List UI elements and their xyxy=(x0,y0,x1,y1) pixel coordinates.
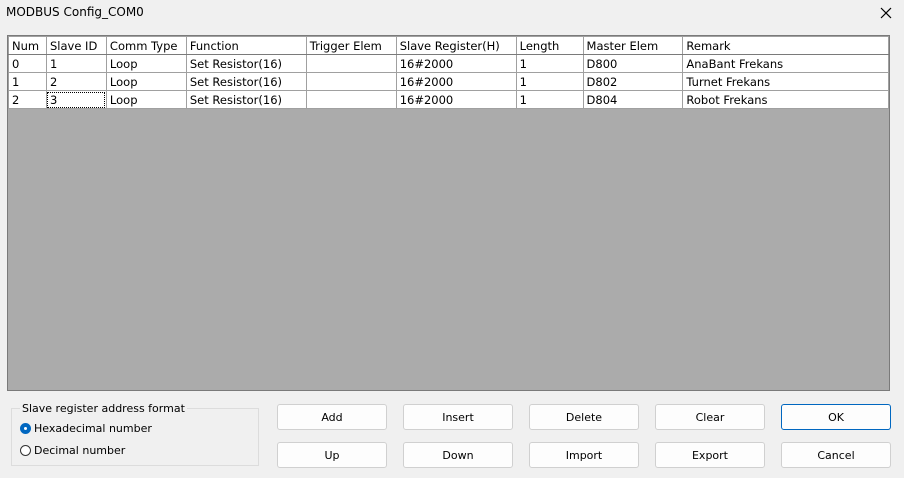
table-cell[interactable]: 16#2000 xyxy=(395,90,517,109)
delete-button[interactable]: Delete xyxy=(529,404,639,430)
column-header[interactable]: Slave Register(H) xyxy=(395,36,517,55)
table-cell[interactable]: 2 xyxy=(8,90,47,109)
column-header[interactable]: Length xyxy=(515,36,584,55)
radio-unchecked-icon xyxy=(20,445,31,456)
table-cell[interactable]: 0 xyxy=(8,54,47,73)
import-button[interactable]: Import xyxy=(529,442,639,468)
column-header[interactable]: Remark xyxy=(682,36,889,55)
table-cell[interactable]: D804 xyxy=(582,90,684,109)
ok-button[interactable]: OK xyxy=(781,404,891,430)
export-button[interactable]: Export xyxy=(655,442,765,468)
decimal-label: Decimal number xyxy=(34,444,126,457)
title-bar: MODBUS Config_COM0 xyxy=(0,0,904,26)
modbus-table-grid: Num Slave ID Comm Type Function Trigger … xyxy=(8,36,889,109)
table-cell[interactable]: 1 xyxy=(45,54,107,73)
table-row[interactable]: 1 2 Loop Set Resistor(16) 16#2000 1 D802… xyxy=(8,72,889,91)
table-cell[interactable]: Set Resistor(16) xyxy=(185,90,307,109)
table-cell[interactable]: Turnet Frekans xyxy=(682,72,889,91)
address-format-title: Slave register address format xyxy=(20,402,187,415)
insert-button[interactable]: Insert xyxy=(403,404,513,430)
window-title: MODBUS Config_COM0 xyxy=(6,5,144,19)
table-cell[interactable]: 1 xyxy=(515,90,584,109)
table-row[interactable]: 2 3 Loop Set Resistor(16) 16#2000 1 D804… xyxy=(8,90,889,109)
decimal-radio[interactable]: Decimal number xyxy=(20,444,125,457)
modbus-table[interactable]: Num Slave ID Comm Type Function Trigger … xyxy=(7,35,890,391)
table-cell[interactable]: Loop xyxy=(105,90,187,109)
close-button[interactable] xyxy=(868,0,904,26)
table-row[interactable]: 0 1 Loop Set Resistor(16) 16#2000 1 D800… xyxy=(8,54,889,73)
table-cell[interactable]: D802 xyxy=(582,72,684,91)
table-cell[interactable]: 2 xyxy=(45,72,107,91)
table-cell[interactable] xyxy=(305,54,397,73)
table-cell[interactable]: 16#2000 xyxy=(395,72,517,91)
column-header[interactable]: Comm Type xyxy=(105,36,187,55)
cancel-button[interactable]: Cancel xyxy=(781,442,891,468)
table-cell[interactable]: 1 xyxy=(515,54,584,73)
column-header[interactable]: Num xyxy=(8,36,47,55)
up-button[interactable]: Up xyxy=(277,442,387,468)
table-cell[interactable]: D800 xyxy=(582,54,684,73)
table-cell[interactable] xyxy=(305,72,397,91)
column-header[interactable]: Trigger Elem xyxy=(305,36,397,55)
add-button[interactable]: Add xyxy=(277,404,387,430)
table-cell[interactable]: 1 xyxy=(8,72,47,91)
table-cell[interactable]: 1 xyxy=(515,72,584,91)
down-button[interactable]: Down xyxy=(403,442,513,468)
radio-checked-icon xyxy=(20,423,31,434)
table-cell[interactable]: Set Resistor(16) xyxy=(185,54,307,73)
hexadecimal-radio[interactable]: Hexadecimal number xyxy=(20,422,152,435)
address-format-group: Slave register address format Hexadecima… xyxy=(11,402,259,466)
table-cell[interactable] xyxy=(305,90,397,109)
table-cell[interactable]: AnaBant Frekans xyxy=(682,54,889,73)
hexadecimal-label: Hexadecimal number xyxy=(34,422,152,435)
clear-button[interactable]: Clear xyxy=(655,404,765,430)
table-header-row: Num Slave ID Comm Type Function Trigger … xyxy=(8,36,889,55)
close-icon xyxy=(880,7,892,19)
table-cell[interactable]: Robot Frekans xyxy=(682,90,889,109)
table-cell[interactable]: 16#2000 xyxy=(395,54,517,73)
table-cell[interactable]: Loop xyxy=(105,54,187,73)
column-header[interactable]: Function xyxy=(185,36,307,55)
column-header[interactable]: Master Elem xyxy=(582,36,684,55)
column-header[interactable]: Slave ID xyxy=(45,36,107,55)
table-cell[interactable]: Set Resistor(16) xyxy=(185,72,307,91)
table-cell-focused[interactable]: 3 xyxy=(45,90,107,109)
table-cell[interactable]: Loop xyxy=(105,72,187,91)
